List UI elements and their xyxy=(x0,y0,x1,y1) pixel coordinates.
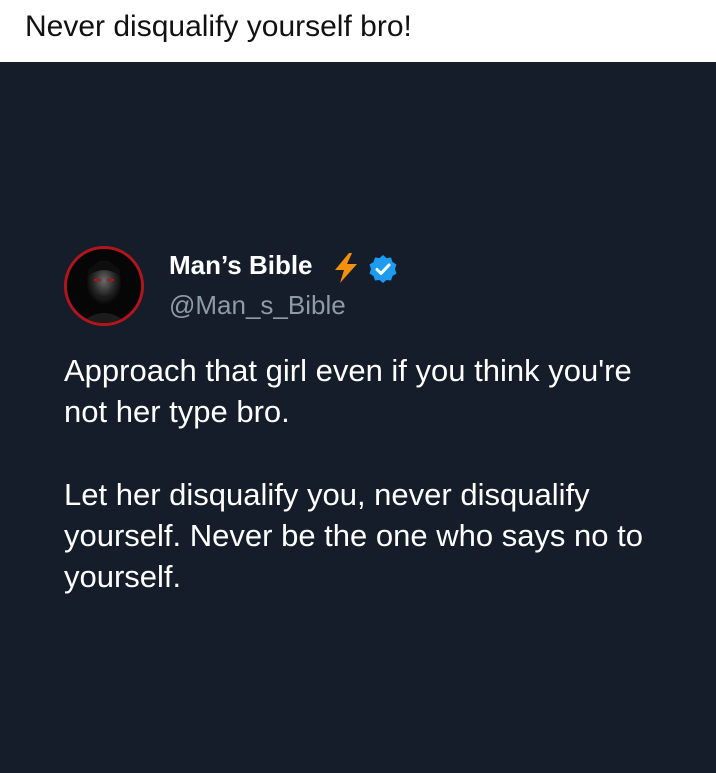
tweet-text: Approach that girl even if you think you… xyxy=(64,350,664,639)
user-handle[interactable]: @Man_s_Bible xyxy=(169,290,346,321)
tweet-paragraph: Let her disqualify you, never disqualify… xyxy=(64,477,643,594)
display-name[interactable]: Man’s Bible xyxy=(169,250,313,281)
tweet-paragraph: Approach that girl even if you think you… xyxy=(64,353,632,429)
lightning-bolt-icon xyxy=(335,253,357,283)
caption-bar: Never disqualify yourself bro! xyxy=(0,0,716,62)
avatar[interactable] xyxy=(64,246,144,326)
tweet-card: Man’s Bible @Man_s_Bible Approach that g… xyxy=(0,62,716,773)
caption-text: Never disqualify yourself bro! xyxy=(25,10,412,43)
verified-badge-icon xyxy=(369,255,397,283)
profile-photo xyxy=(67,249,141,323)
